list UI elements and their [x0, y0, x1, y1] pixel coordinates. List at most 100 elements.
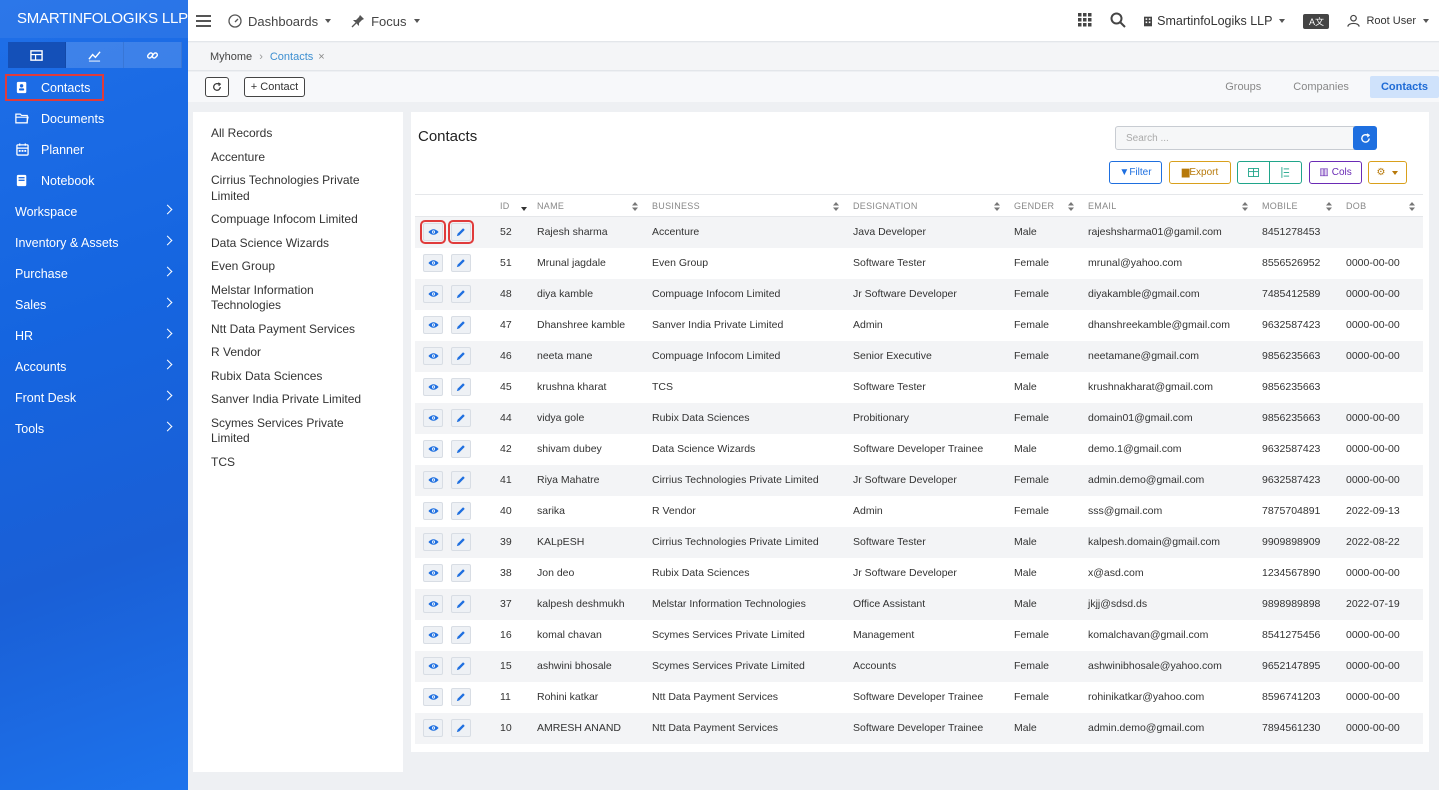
- view-button[interactable]: [423, 316, 443, 334]
- tab-contacts[interactable]: Contacts: [1369, 76, 1439, 98]
- column-header[interactable]: DOB: [1340, 194, 1423, 217]
- dashboards-dropdown[interactable]: Dashboards: [228, 14, 332, 29]
- column-header[interactable]: NAME: [531, 194, 646, 217]
- sidebar-group-inventory[interactable]: Inventory & Assets: [0, 227, 188, 258]
- view-button[interactable]: [423, 471, 443, 489]
- table-row[interactable]: 46 neeta mane Compuage Infocom Limited Seni…: [415, 340, 1423, 372]
- edit-button[interactable]: [451, 285, 471, 303]
- sort-icon[interactable]: [994, 202, 1000, 213]
- column-header[interactable]: DESIGNATION: [847, 194, 1008, 217]
- table-row[interactable]: 42 shivam dubey Data Science Wizards Softwa…: [415, 434, 1423, 465]
- sidebar-group-front-desk[interactable]: Front Desk: [0, 382, 188, 413]
- edit-button[interactable]: [451, 688, 471, 706]
- table-row[interactable]: 52 Rajesh sharma Accenture Java Developer Ma…: [415, 216, 1423, 248]
- edit-button[interactable]: [451, 533, 471, 551]
- business-filter-item[interactable]: Sanver India Private Limited: [193, 392, 403, 408]
- sidebar-group-workspace[interactable]: Workspace: [0, 196, 188, 227]
- breadcrumb-current[interactable]: Contacts: [270, 51, 313, 63]
- column-header[interactable]: BUSINESS: [646, 194, 847, 217]
- view-button[interactable]: [423, 378, 443, 396]
- edit-button[interactable]: [451, 378, 471, 396]
- sort-icon[interactable]: [1409, 202, 1415, 213]
- breadcrumb-home[interactable]: Myhome: [210, 51, 252, 63]
- table-row[interactable]: 41 Riya Mahatre Cirrius Technologies Priva…: [415, 464, 1423, 496]
- view-button[interactable]: [423, 502, 443, 520]
- tab-companies[interactable]: Companies: [1282, 76, 1360, 98]
- view-button[interactable]: [423, 564, 443, 582]
- business-filter-item[interactable]: Ntt Data Payment Services: [193, 322, 403, 338]
- sidebar-tab-link[interactable]: [124, 42, 182, 68]
- sort-icon[interactable]: [1068, 202, 1074, 213]
- sidebar-item-contacts[interactable]: Contacts: [5, 74, 104, 101]
- business-filter-item[interactable]: Scymes Services Private Limited: [193, 416, 403, 447]
- view-button[interactable]: [423, 595, 443, 613]
- columns-button[interactable]: ▥ Cols: [1309, 161, 1362, 184]
- business-filter-item[interactable]: TCS: [193, 455, 403, 471]
- table-row[interactable]: 10 AMRESH ANAND Ntt Data Payment Services S…: [415, 712, 1423, 744]
- edit-button[interactable]: [451, 440, 471, 458]
- tab-groups[interactable]: Groups: [1214, 76, 1272, 98]
- search-icon[interactable]: [1110, 12, 1126, 31]
- sidebar-tab-table[interactable]: [8, 42, 66, 68]
- view-button[interactable]: [423, 440, 443, 458]
- view-button[interactable]: [423, 285, 443, 303]
- sidebar-item-notebook[interactable]: Notebook: [0, 165, 188, 196]
- sort-icon[interactable]: [1242, 202, 1248, 213]
- table-row[interactable]: 40 sarika R Vendor Admin Female sss@gmail.com…: [415, 496, 1423, 527]
- business-filter-item[interactable]: Accenture: [193, 150, 403, 166]
- edit-button[interactable]: [451, 316, 471, 334]
- column-header[interactable]: GENDER: [1008, 194, 1082, 217]
- edit-button[interactable]: [451, 657, 471, 675]
- search-refresh-button[interactable]: [1353, 126, 1377, 150]
- user-menu[interactable]: Root User: [1347, 14, 1429, 28]
- sort-icon[interactable]: [833, 202, 839, 213]
- view-button[interactable]: [423, 688, 443, 706]
- table-row[interactable]: 47 Dhanshree kamble Sanver India Private L…: [415, 310, 1423, 341]
- refresh-button[interactable]: [205, 77, 229, 97]
- table-row[interactable]: 44 vidya gole Rubix Data Sciences Probition…: [415, 402, 1423, 434]
- edit-button[interactable]: [451, 626, 471, 644]
- table-row[interactable]: 11 Rohini katkar Ntt Data Payment Services…: [415, 682, 1423, 713]
- sort-icon[interactable]: [1326, 202, 1332, 213]
- view-button[interactable]: [423, 657, 443, 675]
- table-row[interactable]: 16 komal chavan Scymes Services Private Li…: [415, 620, 1423, 651]
- edit-button[interactable]: [451, 564, 471, 582]
- brand-logo[interactable]: SMARTINFOLOGIKS LLP: [0, 0, 188, 38]
- settings-dropdown[interactable]: ⚙: [1368, 161, 1407, 184]
- table-view-button[interactable]: [1238, 162, 1270, 183]
- table-row[interactable]: 39 KALpESH Cirrius Technologies Private Li…: [415, 526, 1423, 558]
- add-contact-button[interactable]: + Contact: [244, 77, 305, 97]
- view-button[interactable]: [423, 719, 443, 737]
- business-filter-item[interactable]: All Records: [193, 126, 403, 142]
- table-row[interactable]: 45 krushna kharat TCS Software Tester Male kr…: [415, 372, 1423, 403]
- sidebar-group-tools[interactable]: Tools: [0, 413, 188, 444]
- close-icon[interactable]: ×: [318, 51, 324, 63]
- hamburger-menu-icon[interactable]: [196, 15, 212, 27]
- edit-button[interactable]: [448, 220, 474, 245]
- sidebar-item-planner[interactable]: Planner: [0, 134, 188, 165]
- view-button[interactable]: [423, 409, 443, 427]
- edit-button[interactable]: [451, 409, 471, 427]
- business-filter-item[interactable]: R Vendor: [193, 345, 403, 361]
- business-filter-item[interactable]: Cirrius Technologies Private Limited: [193, 173, 403, 204]
- business-filter-item[interactable]: Even Group: [193, 259, 403, 275]
- business-filter-item[interactable]: Melstar Information Technologies: [193, 283, 403, 314]
- focus-dropdown[interactable]: Focus: [351, 14, 420, 29]
- edit-button[interactable]: [451, 347, 471, 365]
- edit-button[interactable]: [451, 254, 471, 272]
- edit-button[interactable]: [451, 719, 471, 737]
- sidebar-group-hr[interactable]: HR: [0, 320, 188, 351]
- sort-desc-icon[interactable]: [521, 204, 527, 214]
- export-button[interactable]: ▆ Export: [1169, 161, 1231, 184]
- translate-icon[interactable]: A文: [1303, 13, 1330, 29]
- business-filter-item[interactable]: Data Science Wizards: [193, 236, 403, 252]
- apps-grid-icon[interactable]: [1078, 12, 1092, 30]
- sort-icon[interactable]: [632, 202, 638, 213]
- column-header[interactable]: MOBILE: [1256, 194, 1340, 217]
- table-row[interactable]: 37 kalpesh deshmukh Melstar Information Te…: [415, 588, 1423, 620]
- view-button[interactable]: [420, 220, 446, 245]
- business-filter-item[interactable]: Compuage Infocom Limited: [193, 212, 403, 228]
- view-button[interactable]: [423, 254, 443, 272]
- view-button[interactable]: [423, 347, 443, 365]
- list-view-button[interactable]: [1270, 162, 1301, 183]
